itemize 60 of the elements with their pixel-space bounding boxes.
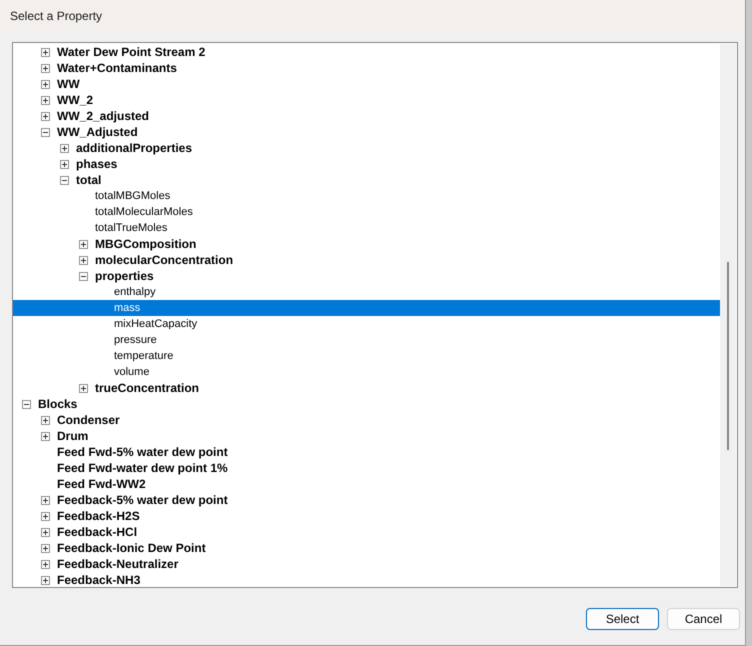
collapse-icon[interactable] xyxy=(41,128,50,136)
tree-item[interactable]: temperature xyxy=(13,348,720,364)
tree-item[interactable]: Condenser xyxy=(13,412,720,428)
tree-item[interactable]: totalMolecularMoles xyxy=(13,204,720,220)
tree-item[interactable]: mixHeatCapacity xyxy=(13,316,720,332)
expand-icon[interactable] xyxy=(41,64,50,72)
dialog-button[interactable]: Cancel xyxy=(667,608,740,630)
tree-item[interactable]: WW_2_adjusted xyxy=(13,108,720,124)
expand-icon[interactable] xyxy=(79,384,88,392)
expand-icon[interactable] xyxy=(41,544,50,552)
expand-icon[interactable] xyxy=(60,144,69,152)
dialog-button[interactable]: Select xyxy=(586,608,659,630)
tree-item[interactable]: Feedback-H2S xyxy=(13,508,720,524)
expand-icon[interactable] xyxy=(41,496,50,504)
expand-icon[interactable] xyxy=(41,80,50,88)
expand-icon[interactable] xyxy=(79,256,88,264)
tree-item[interactable]: MBGComposition xyxy=(13,236,720,252)
tree-item[interactable]: WW_2 xyxy=(13,92,720,108)
tree-item[interactable]: trueConcentration xyxy=(13,380,720,396)
tree-item[interactable]: Blocks xyxy=(13,396,720,412)
tree-item[interactable]: volume xyxy=(13,364,720,380)
collapse-icon[interactable] xyxy=(79,272,88,280)
expand-icon[interactable] xyxy=(41,512,50,520)
tree-item[interactable]: Feedback-Neutralizer xyxy=(13,556,720,572)
tree-item[interactable]: enthalpy xyxy=(13,284,720,300)
tree-item[interactable]: Feedback-Ionic Dew Point xyxy=(13,540,720,556)
scrollbar[interactable] xyxy=(720,44,736,586)
expand-icon[interactable] xyxy=(41,96,50,104)
tree-item[interactable]: Water Dew Point Stream 2 xyxy=(13,44,720,60)
expand-icon[interactable] xyxy=(41,560,50,568)
tree-item[interactable]: properties xyxy=(13,268,720,284)
tree-item[interactable]: additionalProperties xyxy=(13,140,720,156)
tree-item[interactable]: Feedback-NH3 xyxy=(13,572,720,587)
tree-item[interactable]: Drum xyxy=(13,428,720,444)
tree-item[interactable]: Feed Fwd-5% water dew point xyxy=(13,444,720,460)
tree-item[interactable]: Water+Contaminants xyxy=(13,60,720,76)
tree-item[interactable]: molecularConcentration xyxy=(13,252,720,268)
expand-icon[interactable] xyxy=(41,48,50,56)
tree-item[interactable]: totalTrueMoles xyxy=(13,220,720,236)
expand-icon[interactable] xyxy=(41,576,50,584)
collapse-icon[interactable] xyxy=(22,400,31,408)
tree-item[interactable]: WW_Adjusted xyxy=(13,124,720,140)
tree-item[interactable]: pressure xyxy=(13,332,720,348)
tree-item[interactable]: Feedback-5% water dew point xyxy=(13,492,720,508)
expand-icon[interactable] xyxy=(79,240,88,248)
tree-item[interactable]: mass xyxy=(13,300,720,316)
tree-item[interactable]: Feed Fwd-water dew point 1% xyxy=(13,460,720,476)
window-title: Select a Property xyxy=(10,9,102,23)
expand-icon[interactable] xyxy=(41,416,50,424)
tree-item[interactable]: WW xyxy=(13,76,720,92)
tree-item[interactable]: total xyxy=(13,172,720,188)
tree-item[interactable]: totalMBGMoles xyxy=(13,188,720,204)
tree-item[interactable]: Feed Fwd-WW2 xyxy=(13,476,720,492)
tree-item[interactable]: Feedback-HCl xyxy=(13,524,720,540)
collapse-icon[interactable] xyxy=(60,176,69,184)
expand-icon[interactable] xyxy=(60,160,69,168)
expand-icon[interactable] xyxy=(41,432,50,440)
tree-item[interactable]: phases xyxy=(13,156,720,172)
expand-icon[interactable] xyxy=(41,528,50,536)
expand-icon[interactable] xyxy=(41,112,50,120)
